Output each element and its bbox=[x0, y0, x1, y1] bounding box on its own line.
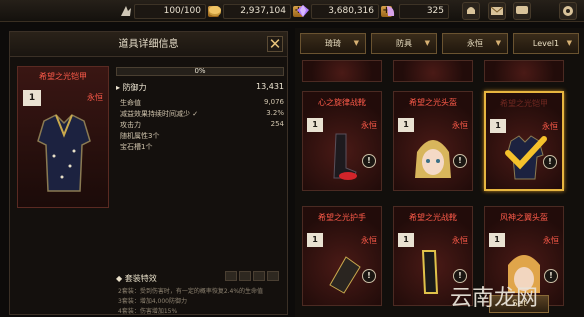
inventory-slot[interactable]: 希望之光头盔 1 永恒 ! bbox=[393, 91, 473, 191]
chat-icon bbox=[516, 6, 528, 14]
stamina-value: 100/100 bbox=[134, 3, 206, 19]
gold-resource: 2,937,104 + bbox=[207, 3, 304, 19]
slot-item-grade: 永恒 bbox=[543, 236, 559, 245]
helmet-girl-icon bbox=[415, 140, 451, 178]
inventory-slot[interactable] bbox=[302, 60, 382, 82]
slot-item-grade: 永恒 bbox=[452, 236, 468, 245]
chevron-down-icon: ▼ bbox=[495, 39, 501, 47]
stat-row: 攻击力 254 bbox=[120, 120, 284, 130]
slot-item-name: 希望之光战靴 bbox=[409, 213, 457, 222]
inventory-slot[interactable] bbox=[484, 60, 564, 82]
slot-item-level: 1 bbox=[307, 118, 323, 132]
boots-icon bbox=[333, 133, 357, 180]
stat-label: 宝石槽1个 bbox=[120, 143, 153, 151]
info-button[interactable]: ! bbox=[453, 154, 467, 168]
slot-item-level: 1 bbox=[490, 119, 506, 133]
main-stat-row: ▸ 防御力 13,431 bbox=[116, 82, 284, 93]
info-button[interactable]: ! bbox=[543, 155, 557, 169]
stat-label: 攻击力 bbox=[120, 121, 141, 129]
set-effect-line: 4套装：伤害增加15% bbox=[118, 308, 178, 315]
stat-value: 254 bbox=[270, 120, 284, 128]
stat-label: 生命值 bbox=[120, 99, 141, 107]
mail-icon bbox=[490, 6, 504, 15]
close-button[interactable]: ✕ bbox=[267, 36, 283, 52]
filter-level-dropdown[interactable]: Level1 ▼ bbox=[513, 33, 579, 54]
main-stat-value: 13,431 bbox=[256, 82, 284, 91]
stamina-icon bbox=[121, 6, 131, 16]
stat-value: 9,076 bbox=[263, 98, 284, 106]
set-effect-line: 2套装：受到伤害时，有一定的概率恢复2.4%的生命值 bbox=[118, 288, 264, 295]
inventory-slot[interactable]: 心之旋律战靴 1 永恒 ! bbox=[302, 91, 382, 191]
inventory-slot[interactable] bbox=[393, 60, 473, 82]
chevron-down-icon: ▼ bbox=[424, 39, 430, 47]
gem-resource: 3,680,316 + bbox=[295, 3, 392, 19]
inventory-slot[interactable]: 希望之光护手 1 永恒 ! bbox=[302, 206, 382, 306]
settings-button[interactable] bbox=[559, 2, 577, 20]
slot-item-name: 希望之光铠甲 bbox=[500, 99, 548, 108]
item-detail-panel: 道具详细信息 ✕ 希望之光铠甲 1 永恒 0% ▸ 防御力 13,431 生命值… bbox=[9, 31, 288, 315]
slot-item-level: 1 bbox=[398, 118, 414, 132]
slot-item-grade: 永恒 bbox=[452, 121, 468, 130]
slot-item-grade: 永恒 bbox=[361, 236, 377, 245]
chevron-down-icon: ▼ bbox=[353, 39, 359, 47]
set-piece-icon bbox=[239, 271, 251, 281]
set-piece-icons bbox=[225, 271, 279, 281]
slot-item-level: 1 bbox=[489, 233, 505, 247]
chat-button[interactable] bbox=[513, 2, 531, 20]
gold-value: 2,937,104 bbox=[223, 3, 291, 19]
set-effect-line: 3套装：增加4,000防御力 bbox=[118, 298, 187, 305]
mail-button[interactable] bbox=[488, 2, 506, 20]
slot-item-grade: 永恒 bbox=[361, 121, 377, 130]
ticket-icon bbox=[387, 6, 395, 16]
stat-row: 生命值 9,076 bbox=[120, 98, 284, 108]
set-piece-icon bbox=[225, 271, 237, 281]
filter-character-dropdown[interactable]: 琦琦 ▼ bbox=[300, 33, 366, 54]
notification-bell-button[interactable] bbox=[462, 2, 480, 20]
item-level: 1 bbox=[23, 90, 41, 106]
filter-grade-dropdown[interactable]: 永恒 ▼ bbox=[442, 33, 508, 54]
checkmark-icon bbox=[505, 136, 547, 170]
inventory-panel: 琦琦 ▼ 防具 ▼ 永恒 ▼ Level1 ▼ 心之旋律战靴 1 永恒 ! 希望之光头盔… bbox=[295, 28, 584, 317]
info-button[interactable]: ! bbox=[362, 269, 376, 283]
set-piece-icon bbox=[267, 271, 279, 281]
stamina-resource: 100/100 + bbox=[118, 3, 219, 19]
slot-item-name: 风神之翼头盔 bbox=[500, 213, 548, 222]
gold-coin-icon bbox=[209, 6, 221, 16]
set-effect-heading: ◆ 套装特效 bbox=[116, 274, 157, 283]
stat-row: 随机属性3个 bbox=[120, 131, 284, 141]
slot-item-level: 1 bbox=[307, 233, 323, 247]
slot-item-level: 1 bbox=[398, 233, 414, 247]
main-stat-label: ▸ 防御力 bbox=[116, 83, 147, 92]
gem-value: 3,680,316 bbox=[311, 3, 379, 19]
site-watermark: 云南龙网 bbox=[450, 286, 539, 311]
info-button[interactable]: ! bbox=[362, 154, 376, 168]
item-card: 希望之光铠甲 1 永恒 bbox=[17, 66, 109, 208]
info-button[interactable]: ! bbox=[544, 269, 558, 283]
inventory-slot-selected[interactable]: 希望之光铠甲 1 永恒 ! bbox=[484, 91, 564, 191]
stat-value: 3.2% bbox=[266, 109, 284, 117]
filter-type-dropdown[interactable]: 防具 ▼ bbox=[371, 33, 437, 54]
slot-item-name: 心之旋律战靴 bbox=[318, 98, 366, 107]
ticket-value: 325 bbox=[399, 3, 449, 19]
slot-item-name: 希望之光护手 bbox=[318, 213, 366, 222]
stat-row: 宝石槽1个 bbox=[120, 142, 284, 152]
stat-row: 减益效果持续时间减少 ✓ 3.2% bbox=[120, 109, 284, 119]
item-grade: 永恒 bbox=[87, 93, 103, 102]
item-name: 希望之光铠甲 bbox=[39, 72, 87, 81]
stat-label: 减益效果持续时间减少 ✓ bbox=[120, 110, 199, 118]
armor-icon bbox=[37, 114, 91, 192]
set-piece-icon bbox=[253, 271, 265, 281]
gem-icon bbox=[297, 5, 309, 17]
top-resource-bar: 100/100 + 2,937,104 + 3,680,316 + 325 bbox=[0, 0, 584, 22]
slot-item-grade: 永恒 bbox=[542, 122, 558, 131]
stat-label: 随机属性3个 bbox=[120, 132, 160, 140]
bell-icon bbox=[467, 7, 475, 14]
chevron-down-icon: ▼ bbox=[566, 39, 572, 47]
enhance-progress-bar: 0% bbox=[116, 67, 284, 76]
panel-title: 道具详细信息 bbox=[10, 32, 287, 57]
slot-item-name: 希望之光头盔 bbox=[409, 98, 457, 107]
gear-icon bbox=[563, 6, 573, 16]
gauntlet-icon bbox=[329, 256, 361, 294]
ticket-resource: 325 bbox=[383, 3, 449, 19]
